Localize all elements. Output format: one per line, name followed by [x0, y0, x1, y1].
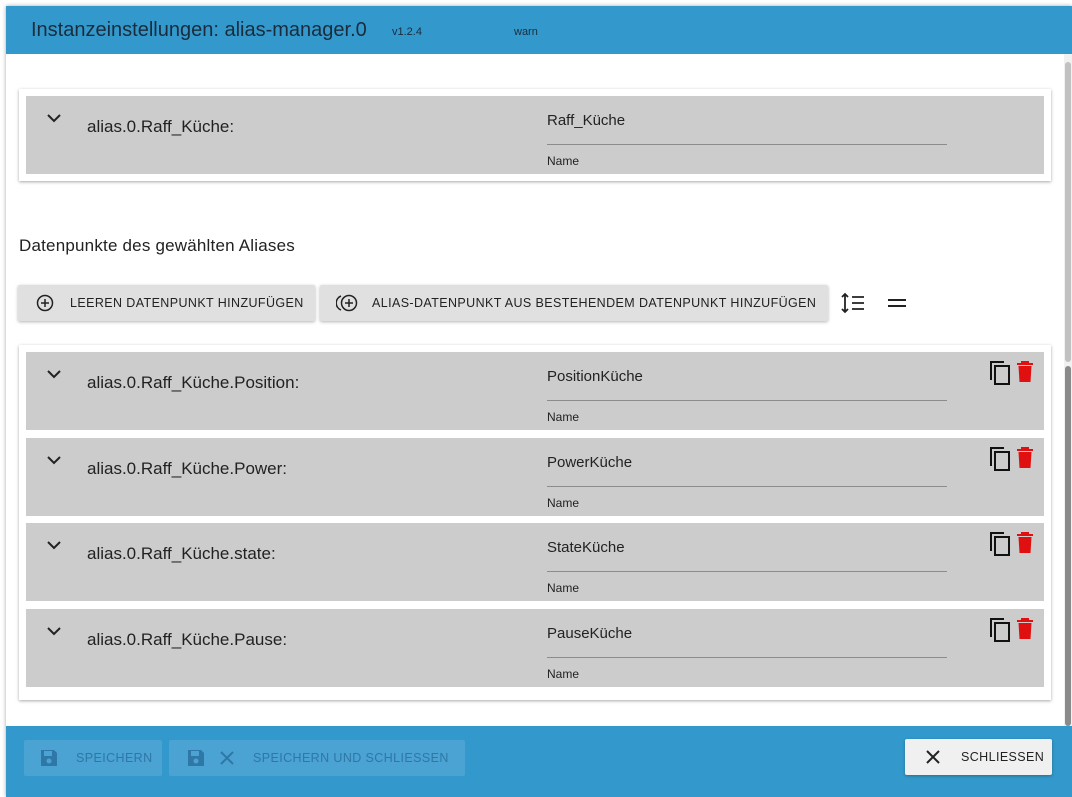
add-empty-datapoint-button[interactable]: LEEREN DATENPUNKT HINZUFÜGEN — [18, 285, 315, 321]
dialog-content: alias.0.Raff_Küche: Raff_Küche Name Date… — [6, 54, 1064, 726]
scrollbar-thumb[interactable] — [1065, 366, 1071, 726]
datapoint-name-field[interactable]: StateKüche Name — [547, 537, 947, 595]
field-underline — [547, 657, 947, 658]
row-actions — [989, 446, 1039, 474]
row-actions — [989, 360, 1039, 388]
copy-icon[interactable] — [989, 531, 1011, 562]
trash-icon[interactable] — [1016, 618, 1034, 645]
datapoint-name-field[interactable]: PowerKüche Name — [547, 452, 947, 510]
close-icon — [925, 749, 941, 765]
datapoint-name-field[interactable]: PositionKüche Name — [547, 366, 947, 424]
scrollbar-track-upper — [1065, 62, 1071, 362]
datapoint-label: alias.0.Raff_Küche.state: — [87, 544, 276, 563]
datapoint-name-value[interactable]: PauseKüche — [547, 625, 632, 642]
save-label: SPEICHERN — [76, 751, 153, 765]
datapoint-row: alias.0.Raff_Küche.Position: PositionKüc… — [26, 352, 1044, 430]
datapoint-row: alias.0.Raff_Küche.Pause: PauseKüche Nam… — [26, 609, 1044, 687]
copy-icon[interactable] — [989, 360, 1011, 391]
version-label: v1.2.4 — [392, 26, 422, 38]
trash-icon[interactable] — [1016, 447, 1034, 474]
alias-row: alias.0.Raff_Küche: Raff_Küche Name — [26, 96, 1044, 174]
section-title: Datenpunkte des gewählten Aliases — [19, 236, 295, 255]
add-empty-datapoint-label: LEEREN DATENPUNKT HINZUFÜGEN — [70, 296, 304, 310]
chevron-down-icon[interactable] — [46, 110, 62, 126]
add-existing-datapoint-button[interactable]: ALIAS-DATENPUNKT AUS BESTEHENDEM DATENPU… — [320, 285, 828, 321]
field-underline — [547, 486, 947, 487]
dialog-header: Instanzeinstellungen: alias-manager.0 v1… — [6, 6, 1072, 54]
chevron-down-icon[interactable] — [46, 452, 62, 468]
close-label: SCHLIESSEN — [961, 750, 1045, 764]
content-scrollbar[interactable] — [1064, 54, 1072, 726]
datapoint-name-value[interactable]: StateKüche — [547, 539, 625, 556]
copy-icon[interactable] — [989, 617, 1011, 648]
close-icon — [219, 750, 235, 766]
instance-settings-dialog: Instanzeinstellungen: alias-manager.0 v1… — [6, 6, 1072, 797]
chevron-down-icon[interactable] — [46, 623, 62, 639]
datapoint-name-value[interactable]: PositionKüche — [547, 368, 643, 385]
field-caption: Name — [547, 496, 580, 510]
alias-name-value[interactable]: Raff_Küche — [547, 112, 625, 129]
log-level-label: warn — [514, 26, 538, 38]
equals-icon[interactable] — [886, 292, 908, 319]
field-underline — [547, 571, 947, 572]
datapoint-row: alias.0.Raff_Küche.Power: PowerKüche Nam… — [26, 438, 1044, 516]
datapoint-label: alias.0.Raff_Küche.Position: — [87, 373, 300, 392]
datapoint-name-value[interactable]: PowerKüche — [547, 454, 632, 471]
field-underline — [547, 144, 947, 145]
datapoint-label: alias.0.Raff_Küche.Pause: — [87, 630, 288, 649]
field-caption: Name — [547, 410, 580, 424]
alias-name-field[interactable]: Raff_Küche Name — [547, 110, 947, 168]
close-button[interactable]: SCHLIESSEN — [905, 739, 1052, 775]
alias-label: alias.0.Raff_Küche: — [87, 117, 235, 136]
trash-icon[interactable] — [1016, 532, 1034, 559]
datapoint-name-field[interactable]: PauseKüche Name — [547, 623, 947, 681]
row-actions — [989, 617, 1039, 645]
floppy-icon — [40, 749, 58, 767]
chevron-down-icon[interactable] — [46, 366, 62, 382]
dialog-footer: SPEICHERN SPEICHERN UND SCHLIESSEN SCHLI… — [6, 726, 1072, 797]
datapoint-row: alias.0.Raff_Küche.state: StateKüche Nam… — [26, 523, 1044, 601]
sort-lines-icon[interactable] — [840, 292, 866, 319]
save-and-close-button[interactable]: SPEICHERN UND SCHLIESSEN — [169, 740, 465, 776]
chevron-down-icon[interactable] — [46, 537, 62, 553]
field-caption: Name — [547, 667, 580, 681]
copy-icon[interactable] — [989, 446, 1011, 477]
datapoints-card: alias.0.Raff_Küche.Position: PositionKüc… — [19, 345, 1051, 700]
alias-card: alias.0.Raff_Küche: Raff_Küche Name — [19, 89, 1051, 181]
field-caption: Name — [547, 581, 580, 595]
datapoint-label: alias.0.Raff_Küche.Power: — [87, 459, 288, 478]
dialog-title: Instanzeinstellungen: alias-manager.0 — [31, 19, 367, 41]
trash-icon[interactable] — [1016, 361, 1034, 388]
row-actions — [989, 531, 1039, 559]
add-circle-outline-icon — [336, 294, 358, 312]
add-circle-icon — [36, 294, 54, 312]
save-and-close-label: SPEICHERN UND SCHLIESSEN — [253, 751, 449, 765]
field-caption: Name — [547, 154, 580, 168]
add-existing-datapoint-label: ALIAS-DATENPUNKT AUS BESTEHENDEM DATENPU… — [372, 296, 817, 310]
save-button[interactable]: SPEICHERN — [24, 740, 162, 776]
floppy-icon — [187, 749, 205, 767]
field-underline — [547, 400, 947, 401]
